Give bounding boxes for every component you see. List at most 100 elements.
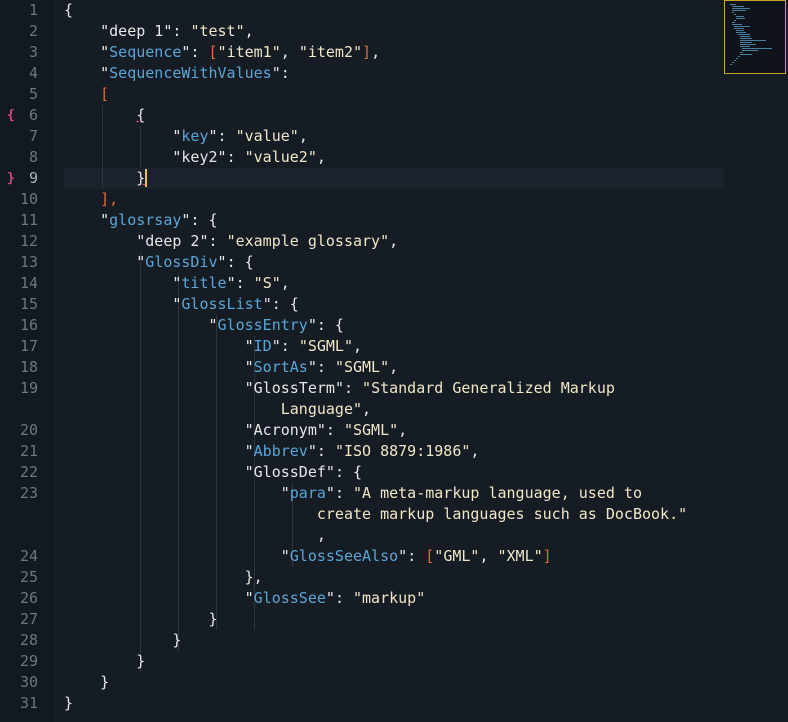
- quote: ": [398, 547, 408, 565]
- quote: ": [353, 43, 363, 61]
- quote: ": [208, 316, 218, 334]
- line-number: 11: [19, 211, 38, 229]
- line-number: 13: [19, 253, 38, 271]
- line-number: 20: [19, 421, 38, 439]
- minimap[interactable]: [724, 0, 786, 74]
- minimap-line: [740, 54, 752, 55]
- code-line: "GlossDiv": {: [64, 252, 724, 273]
- line-number: [0, 399, 38, 420]
- quote: ": [389, 421, 399, 439]
- json-key: key: [181, 127, 209, 145]
- comma: ,: [280, 43, 299, 61]
- line-number: 16: [19, 316, 38, 334]
- minimap-line: [736, 30, 744, 31]
- brace: }: [64, 694, 74, 712]
- comma: ,: [479, 547, 498, 565]
- quote: ": [244, 442, 254, 460]
- json-key: title: [181, 274, 227, 292]
- quote: ": [262, 295, 272, 313]
- line-number: 21: [19, 442, 38, 460]
- json-key: glosrsay: [109, 211, 182, 229]
- line-number: 7: [28, 127, 38, 145]
- colon: :: [316, 358, 335, 376]
- code-line-wrapped: ,: [64, 525, 724, 546]
- array-bracket: [: [425, 547, 435, 565]
- minimap-line: [740, 46, 750, 47]
- minimap-line: [736, 18, 745, 19]
- code-line: "deep 1": "test",: [64, 21, 724, 42]
- quote: ": [334, 442, 344, 460]
- colon: :: [190, 43, 209, 61]
- line-number: 22: [19, 463, 38, 481]
- quote: ": [100, 43, 110, 61]
- quote: ": [298, 337, 308, 355]
- line-number: 4: [28, 64, 38, 82]
- json-key: GlossSeeAlso: [289, 547, 399, 565]
- minimap-line: [734, 14, 736, 15]
- quote: ": [416, 589, 426, 607]
- line-number: 8: [28, 148, 38, 166]
- quote: ": [235, 22, 245, 40]
- quote: ": [235, 127, 245, 145]
- brace: }: [136, 169, 148, 187]
- comma: ,: [298, 127, 308, 145]
- quote: ": [217, 253, 227, 271]
- code-line: ],: [64, 189, 724, 210]
- colon: :: [172, 22, 191, 40]
- quote: ": [307, 316, 317, 334]
- quote: ": [533, 547, 543, 565]
- fold-close-marker[interactable]: }: [7, 168, 15, 189]
- comma: ,: [389, 232, 399, 250]
- code-line: "SortAs": "SGML",: [64, 357, 724, 378]
- minimap-line: [732, 6, 744, 7]
- line-number: 23: [19, 484, 38, 502]
- quote: ": [100, 211, 110, 229]
- quote: ": [217, 148, 227, 166]
- minimap-line: [732, 22, 735, 23]
- comma: ,: [362, 400, 372, 418]
- quote: ": [678, 505, 688, 523]
- json-key: ID: [253, 337, 272, 355]
- quote: ": [280, 547, 290, 565]
- quote: ": [380, 358, 390, 376]
- colon: : {: [316, 316, 344, 334]
- code-line: "GlossSeeAlso": ["GML", "XML"]: [64, 546, 724, 567]
- minimap-line: [734, 28, 744, 29]
- quote: ": [271, 64, 281, 82]
- quote: ": [325, 484, 335, 502]
- json-key: GlossDef: [253, 463, 326, 481]
- code-line: "Abbrev": "ISO 8879:1986",: [64, 441, 724, 462]
- quote: ": [136, 253, 146, 271]
- array-bracket: [: [100, 85, 110, 103]
- minimap-line: [732, 10, 746, 11]
- colon: :: [407, 547, 426, 565]
- json-string: Standard Generalized Markup: [371, 379, 615, 397]
- minimap-line: [742, 50, 758, 51]
- code-line: }: [64, 651, 724, 672]
- quote: ": [208, 127, 218, 145]
- array-bracket: [: [208, 43, 218, 61]
- quote: ": [271, 274, 281, 292]
- line-number: 24: [19, 547, 38, 565]
- minimap-line: [730, 64, 732, 65]
- quote: ": [334, 358, 344, 376]
- quote: ": [434, 547, 444, 565]
- json-string: GML: [443, 547, 471, 565]
- minimap-line: [732, 62, 734, 63]
- code-line: "GlossDef": {: [64, 462, 724, 483]
- line-number: 30: [19, 673, 38, 691]
- quote: ": [244, 337, 254, 355]
- json-string: value: [244, 127, 290, 145]
- code-editor[interactable]: 1 2 3 4 5 6 7 8 9 10 11 12 13 14 15 16 17 18 19 20 21 22 23 24 2…: [0, 0, 788, 722]
- array-bracket: ]: [542, 547, 552, 565]
- code-line: "ID": "SGML",: [64, 336, 724, 357]
- quote: ": [307, 442, 317, 460]
- json-string: markup: [362, 589, 417, 607]
- quote: ": [226, 274, 236, 292]
- json-string: item2: [307, 43, 353, 61]
- line-number: 18: [19, 358, 38, 376]
- line-number: 31: [19, 694, 38, 712]
- comma: ,: [353, 337, 363, 355]
- fold-open-marker[interactable]: {: [7, 105, 15, 126]
- colon: :: [208, 232, 227, 250]
